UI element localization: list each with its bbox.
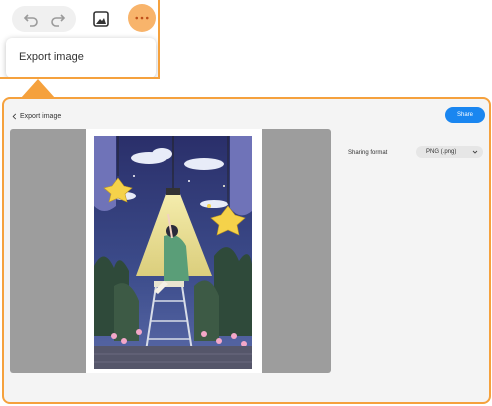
sharing-format-label: Sharing format bbox=[348, 150, 388, 156]
toolbar bbox=[0, 0, 158, 34]
callout-pointer bbox=[21, 79, 55, 98]
artwork-preview bbox=[94, 136, 252, 369]
image-icon[interactable] bbox=[91, 9, 111, 29]
export-image-menu-item[interactable]: Export image bbox=[19, 51, 84, 63]
back-label: Export image bbox=[20, 113, 62, 120]
back-button[interactable]: Export image bbox=[12, 113, 61, 120]
sharing-format-value: PNG (.png) bbox=[426, 149, 457, 155]
more-options-button[interactable] bbox=[128, 4, 156, 32]
chevron-down-icon bbox=[472, 150, 478, 154]
share-button[interactable]: Share bbox=[445, 107, 485, 123]
more-menu: Export image bbox=[6, 38, 156, 77]
sharing-format-select[interactable]: PNG (.png) bbox=[416, 146, 483, 158]
toolbar-callout: Export image bbox=[0, 0, 160, 79]
export-panel: Export image Share Sharing format PNG (.… bbox=[2, 97, 491, 404]
more-icon bbox=[135, 16, 149, 20]
chevron-left-icon bbox=[12, 113, 17, 120]
preview-sheet bbox=[86, 129, 262, 373]
undo-icon[interactable] bbox=[21, 9, 41, 29]
preview-area bbox=[10, 129, 331, 373]
redo-icon[interactable] bbox=[48, 9, 68, 29]
